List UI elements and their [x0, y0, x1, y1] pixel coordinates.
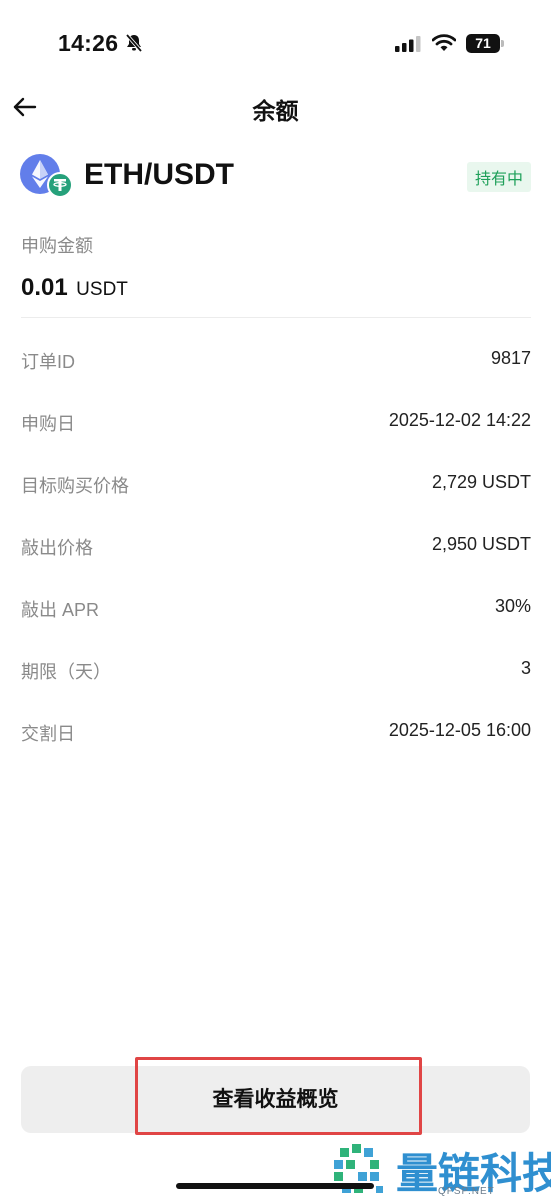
status-badge: 持有中 — [466, 162, 531, 192]
subscription-amount: 0.01 USDT — [21, 274, 128, 302]
pair-header: ETH/USDT 持有中 — [20, 152, 531, 202]
detail-value: 2,729 USDT — [431, 472, 531, 492]
wifi-icon — [432, 34, 456, 51]
amount-value: 0.01 — [21, 274, 68, 301]
detail-label: 订单ID — [21, 352, 75, 372]
detail-row-knockout-apr: 敲出 APR 30% — [21, 588, 531, 650]
arrow-left-icon[interactable] — [10, 92, 40, 122]
bell-slash-icon — [125, 33, 143, 53]
view-earnings-overview-button[interactable]: 查看收益概览 — [21, 1066, 530, 1133]
watermark-subtext: QFSP.NET — [438, 1186, 495, 1197]
detail-list: 订单ID 9817 申购日 2025-12-02 14:22 目标购买价格 2,… — [21, 340, 531, 774]
detail-value: 2025-12-02 14:22 — [388, 410, 531, 430]
status-bar: 14:26 71 — [0, 0, 551, 80]
pair-name: ETH/USDT — [84, 158, 234, 191]
nav-bar: 余额 — [0, 82, 551, 132]
detail-row-subscription-date: 申购日 2025-12-02 14:22 — [21, 402, 531, 464]
detail-value: 3 — [520, 658, 531, 678]
detail-label: 申购日 — [21, 414, 75, 434]
subscription-amount-label: 申购金额 — [21, 236, 93, 256]
page-title: 余额 — [252, 98, 299, 124]
battery-level: 71 — [466, 34, 500, 53]
detail-row-knockout-price: 敲出价格 2,950 USDT — [21, 526, 531, 588]
watermark: 量链科技 QFSP.NET — [330, 1138, 551, 1200]
amount-unit: USDT — [76, 279, 128, 300]
detail-row-term-days: 期限（天） 3 — [21, 650, 531, 712]
detail-row-order-id: 订单ID 9817 — [21, 340, 531, 402]
battery-icon: 71 — [466, 34, 504, 53]
detail-label: 敲出 APR — [21, 600, 100, 620]
detail-row-target-price: 目标购买价格 2,729 USDT — [21, 464, 531, 526]
divider — [21, 317, 531, 318]
status-time: 14:26 — [58, 30, 119, 56]
detail-value: 2,950 USDT — [431, 534, 531, 554]
home-indicator[interactable] — [176, 1183, 374, 1189]
detail-value: 9817 — [490, 348, 531, 368]
usdt-icon — [47, 172, 73, 198]
detail-label: 目标购买价格 — [21, 476, 129, 496]
cellular-signal-icon — [395, 36, 421, 52]
detail-label: 期限（天） — [21, 662, 111, 682]
detail-row-delivery-date: 交割日 2025-12-05 16:00 — [21, 712, 531, 774]
detail-value: 2025-12-05 16:00 — [388, 720, 531, 740]
detail-label: 敲出价格 — [21, 538, 93, 558]
watermark-logo-icon — [334, 1144, 383, 1193]
detail-value: 30% — [494, 596, 531, 616]
detail-label: 交割日 — [21, 724, 75, 744]
